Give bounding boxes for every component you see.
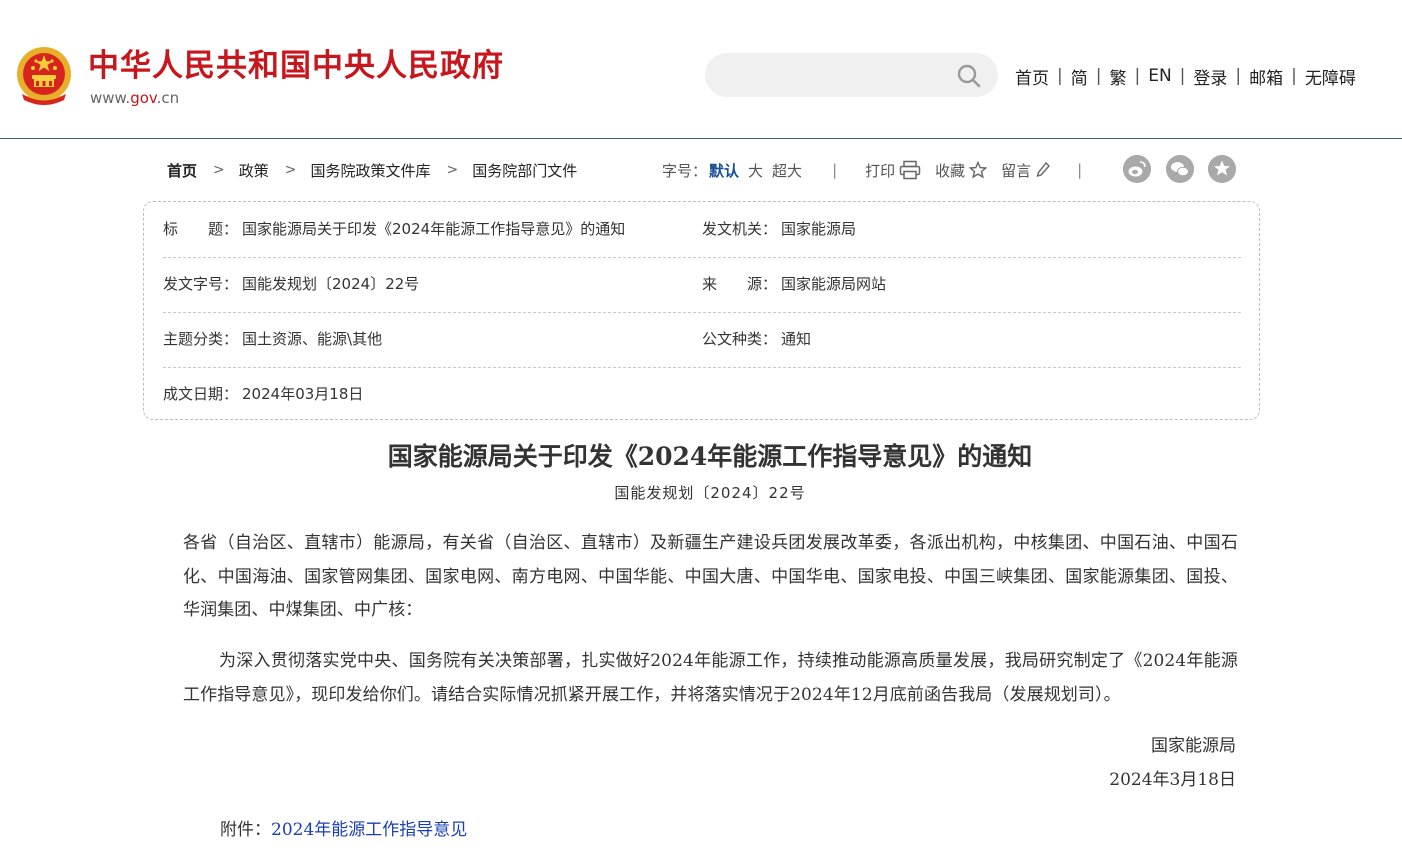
article-title: 国家能源局关于印发《2024年能源工作指导意见》的通知: [387, 442, 1033, 471]
nav-accessibility[interactable]: 无障碍: [1305, 64, 1356, 89]
tools-divider: |: [832, 161, 838, 179]
info-doc-no-value: 国能发规划〔2024〕22号: [242, 275, 420, 293]
nav-traditional[interactable]: 繁: [1109, 64, 1126, 89]
tools-divider: |: [1077, 161, 1083, 179]
info-issuer-value: 国家能源局: [781, 220, 857, 238]
domain-brand: gov: [130, 89, 157, 107]
info-title-label: 标 题：: [163, 220, 239, 238]
chevron-right-icon: >: [284, 162, 297, 178]
attachment: 附件：2024年能源工作指导意见: [220, 818, 467, 842]
breadcrumb-policy-library[interactable]: 国务院政策文件库: [311, 160, 431, 181]
info-topic-label: 主题分类：: [163, 330, 239, 348]
info-issuer: 发文机关： 国家能源局: [702, 219, 856, 239]
info-issuer-label: 发文机关：: [702, 220, 778, 238]
nav-english[interactable]: EN: [1148, 66, 1171, 86]
font-size-xlarge[interactable]: 超大: [772, 160, 802, 181]
attachment-link[interactable]: 2024年能源工作指导意见: [271, 820, 467, 840]
info-doc-no-label: 发文字号：: [163, 275, 239, 293]
site-domain: www.gov.cn: [90, 88, 179, 108]
info-row: 成文日期： 2024年03月18日: [163, 367, 1241, 422]
print-label: 打印: [865, 161, 896, 180]
nav-login[interactable]: 登录: [1193, 64, 1227, 89]
chevron-right-icon: >: [213, 162, 225, 178]
print-button[interactable]: 打印: [865, 160, 921, 181]
search-input[interactable]: [725, 63, 949, 89]
weibo-share-icon[interactable]: [1123, 155, 1151, 183]
site-header: 中华人民共和国中央人民政府 www.gov.cn 首页 | 简 | 繁 | EN | 登…: [0, 0, 1402, 139]
breadcrumb-home[interactable]: 首页: [167, 160, 197, 181]
article-signer: 国家能源局: [1151, 736, 1236, 756]
wechat-share-icon[interactable]: [1166, 155, 1194, 183]
favorite-button[interactable]: 收藏: [935, 160, 988, 181]
star-icon: [969, 161, 988, 179]
info-source-label: 来 源：: [702, 275, 778, 293]
article-tools: 字号： 默认 大 超大 | 打印 收藏 留言 |: [662, 158, 1082, 182]
info-date-value: 2024年03月18日: [242, 385, 364, 403]
favorite-share-icon[interactable]: [1208, 155, 1236, 183]
national-emblem-logo[interactable]: [14, 44, 74, 108]
pencil-icon: [1036, 161, 1051, 178]
search-icon[interactable]: [955, 62, 983, 90]
info-source-value: 国家能源局网站: [781, 275, 887, 293]
info-type-label: 公文种类：: [702, 330, 778, 348]
font-size-default[interactable]: 默认: [709, 160, 739, 181]
article-doc-number: 国能发规划〔2024〕22号: [614, 484, 806, 502]
info-type-value: 通知: [781, 330, 812, 348]
comment-label: 留言: [1001, 161, 1032, 180]
printer-icon: [899, 160, 921, 180]
nav-simplified[interactable]: 简: [1071, 64, 1088, 89]
comment-button[interactable]: 留言: [1001, 160, 1051, 181]
info-date-label: 成文日期：: [163, 385, 239, 403]
article-sign-date: 2024年3月18日: [1109, 770, 1236, 790]
top-nav: 首页 | 简 | 繁 | EN | 登录 | 邮箱 | 无障碍: [1015, 64, 1356, 89]
nav-mail[interactable]: 邮箱: [1249, 64, 1283, 89]
document-info-box: 标 题： 国家能源局关于印发《2024年能源工作指导意见》的通知 发文机关： 国家能…: [143, 201, 1260, 420]
info-row: 发文字号： 国能发规划〔2024〕22号 来 源： 国家能源局网站: [163, 257, 1241, 313]
info-type: 公文种类： 通知: [702, 329, 811, 349]
font-size-large[interactable]: 大: [748, 160, 763, 181]
info-row: 主题分类： 国土资源、能源\其他 公文种类： 通知: [163, 312, 1241, 368]
info-title-value: 国家能源局关于印发《2024年能源工作指导意见》的通知: [242, 220, 626, 238]
breadcrumb-department-docs[interactable]: 国务院部门文件: [472, 160, 577, 181]
favorite-label: 收藏: [935, 161, 966, 180]
info-date: 成文日期： 2024年03月18日: [163, 384, 363, 404]
article-paragraph-main: 为深入贯彻落实党中央、国务院有关决策部署，扎实做好2024年能源工作，持续推动能…: [183, 651, 1238, 705]
breadcrumb: 首页 > 政策 > 国务院政策文件库 > 国务院部门文件: [167, 158, 577, 182]
domain-suffix: .cn: [156, 89, 180, 107]
info-doc-no: 发文字号： 国能发规划〔2024〕22号: [163, 274, 419, 294]
attachment-label: 附件：: [220, 820, 271, 840]
info-topic: 主题分类： 国土资源、能源\其他: [163, 329, 382, 349]
font-size-label: 字号：: [662, 161, 708, 180]
info-title: 标 题： 国家能源局关于印发《2024年能源工作指导意见》的通知: [163, 219, 625, 239]
nav-home[interactable]: 首页: [1015, 64, 1049, 89]
site-title[interactable]: 中华人民共和国中央人民政府: [88, 46, 504, 86]
domain-prefix: www.: [90, 89, 131, 107]
article-paragraph-recipients: 各省（自治区、直辖市）能源局，有关省（自治区、直辖市）及新疆生产建设兵团发展改革…: [183, 533, 1238, 620]
breadcrumb-policy[interactable]: 政策: [239, 160, 269, 181]
chevron-right-icon: >: [446, 162, 459, 178]
info-topic-value: 国土资源、能源\其他: [242, 330, 383, 348]
info-source: 来 源： 国家能源局网站: [702, 274, 886, 294]
info-row: 标 题： 国家能源局关于印发《2024年能源工作指导意见》的通知 发文机关： 国家能…: [163, 202, 1241, 258]
